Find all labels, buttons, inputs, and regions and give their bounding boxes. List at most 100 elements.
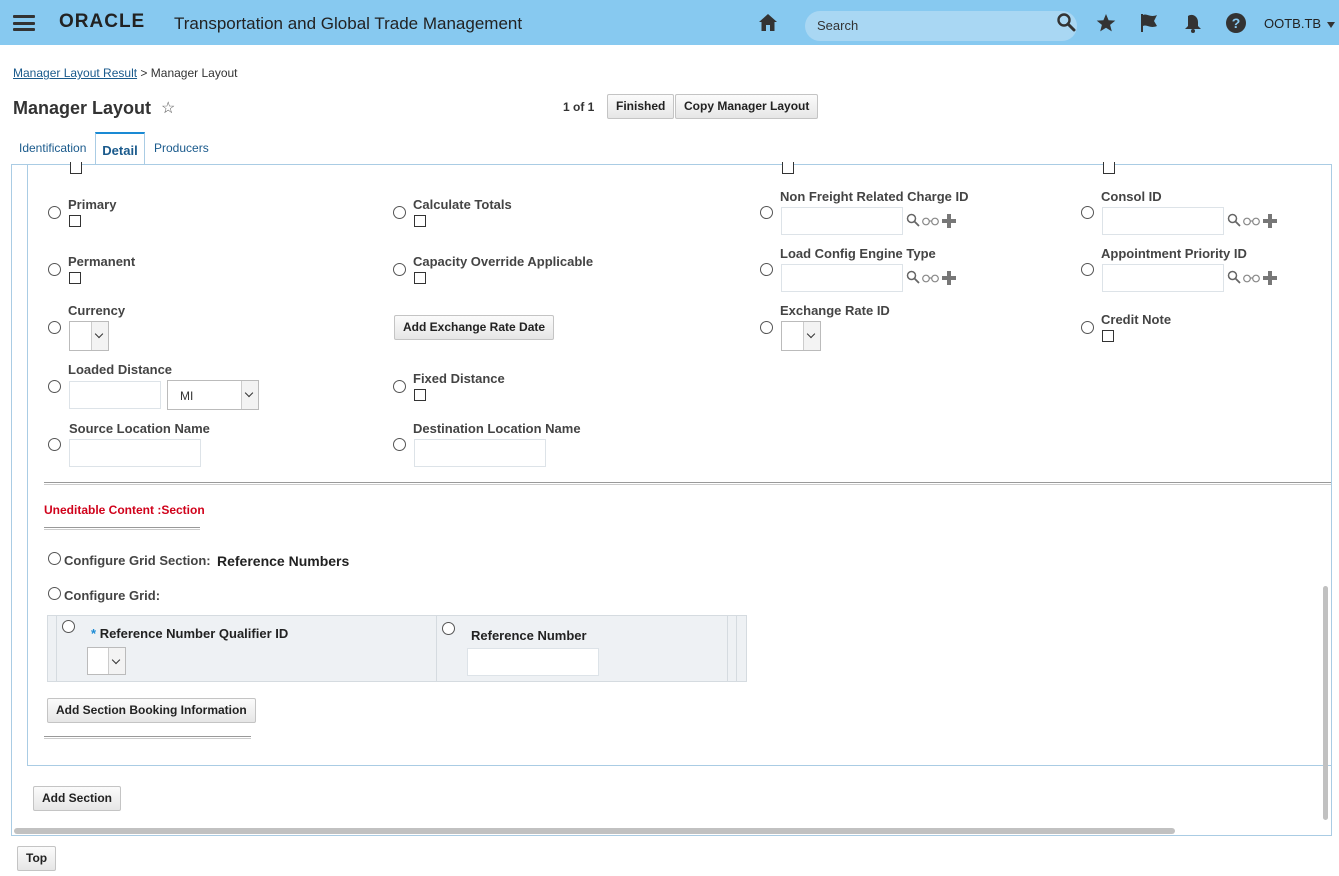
currency-radio[interactable]: [48, 321, 61, 334]
view-details-icon[interactable]: [922, 273, 939, 283]
add-section-booking-information-button[interactable]: Add Section Booking Information: [47, 698, 256, 723]
non-freight-charge-label: Non Freight Related Charge ID: [780, 189, 969, 204]
destination-location-name-label: Destination Location Name: [413, 421, 581, 436]
notifications-bell-icon[interactable]: [1182, 12, 1204, 34]
add-icon[interactable]: [942, 214, 956, 228]
exchange-rate-id-radio[interactable]: [760, 321, 773, 334]
loaded-distance-radio[interactable]: [48, 380, 61, 393]
permanent-checkbox[interactable]: [69, 272, 81, 284]
calculate-totals-label: Calculate Totals: [413, 197, 512, 212]
search-lens-icon[interactable]: [906, 213, 920, 227]
add-icon[interactable]: [1263, 214, 1277, 228]
configure-grid-section-radio[interactable]: [48, 552, 61, 565]
copy-manager-layout-button[interactable]: Copy Manager Layout: [675, 94, 819, 119]
chevron-down-icon: [803, 322, 820, 350]
search-lens-icon[interactable]: [906, 270, 920, 284]
chevron-down-icon: [1327, 21, 1336, 28]
reference-number-input[interactable]: [467, 648, 599, 676]
checkbox-clipped[interactable]: [1103, 162, 1115, 174]
section-divider: [44, 482, 1331, 485]
checkbox-clipped[interactable]: [782, 162, 794, 174]
primary-checkbox[interactable]: [69, 215, 81, 227]
credit-note-radio[interactable]: [1081, 321, 1094, 334]
consol-id-radio[interactable]: [1081, 206, 1094, 219]
source-location-name-radio[interactable]: [48, 438, 61, 451]
breadcrumb-link-manager-layout-result[interactable]: Manager Layout Result: [13, 66, 137, 80]
grid-col-qualifier-header: * Reference Number Qualifier ID: [91, 626, 288, 641]
consol-id-input[interactable]: [1102, 207, 1224, 235]
add-section-button[interactable]: Add Section: [33, 786, 122, 811]
favorite-star-icon[interactable]: ☆: [161, 98, 175, 118]
loaded-distance-unit-select[interactable]: MI: [167, 380, 259, 410]
configure-grid-label: Configure Grid:: [64, 588, 161, 603]
top-bar: ORACLE Transportation and Global Trade M…: [0, 0, 1339, 45]
horizontal-scrollbar[interactable]: [14, 828, 1175, 834]
non-freight-charge-radio[interactable]: [760, 206, 773, 219]
finished-button[interactable]: Finished: [607, 94, 675, 119]
favorites-star-icon[interactable]: [1095, 12, 1117, 34]
app-title: Transportation and Global Trade Manageme…: [174, 14, 523, 33]
configure-grid-radio[interactable]: [48, 587, 61, 600]
add-icon[interactable]: [1263, 271, 1277, 285]
loaded-distance-label: Loaded Distance: [68, 362, 173, 377]
top-button[interactable]: Top: [17, 846, 57, 871]
search-icon[interactable]: [1056, 12, 1076, 32]
search-lens-icon[interactable]: [1227, 213, 1241, 227]
pager-count: 1 of 1: [563, 100, 595, 114]
view-details-icon[interactable]: [1243, 216, 1260, 226]
fixed-distance-checkbox[interactable]: [414, 389, 426, 401]
grid-col-qualifier-radio[interactable]: [62, 620, 75, 633]
calculate-totals-checkbox[interactable]: [414, 215, 426, 227]
tab-producers[interactable]: Producers: [154, 141, 209, 155]
page-title: Manager Layout: [13, 98, 152, 118]
oracle-logo: ORACLE: [59, 11, 146, 32]
primary-radio[interactable]: [48, 206, 61, 219]
currency-select[interactable]: [69, 321, 109, 351]
grid-divider: [436, 616, 437, 681]
tab-detail[interactable]: Detail: [95, 132, 145, 165]
menu-icon[interactable]: [13, 15, 35, 31]
flag-icon[interactable]: [1139, 12, 1161, 34]
destination-location-name-input[interactable]: [414, 439, 546, 467]
source-location-name-input[interactable]: [69, 439, 201, 467]
appointment-priority-input[interactable]: [1102, 264, 1224, 292]
grid-col-qualifier-label: Reference Number Qualifier ID: [99, 626, 289, 641]
add-icon[interactable]: [942, 271, 956, 285]
uneditable-content-label: Uneditable Content :Section: [44, 503, 205, 517]
search-lens-icon[interactable]: [1227, 270, 1241, 284]
tab-identification[interactable]: Identification: [19, 141, 86, 155]
exchange-rate-id-select[interactable]: [781, 321, 821, 351]
loaded-distance-input[interactable]: [69, 381, 161, 409]
reference-number-qualifier-select[interactable]: [87, 647, 126, 675]
view-details-icon[interactable]: [922, 216, 939, 226]
fixed-distance-radio[interactable]: [393, 380, 406, 393]
add-exchange-rate-date-button[interactable]: Add Exchange Rate Date: [394, 315, 555, 340]
load-config-engine-radio[interactable]: [760, 263, 773, 276]
chevron-down-icon: [241, 381, 258, 409]
grid-divider: [56, 616, 57, 681]
home-icon[interactable]: [757, 12, 779, 34]
user-menu[interactable]: OOTB.TB: [1264, 16, 1336, 31]
destination-location-name-radio[interactable]: [393, 438, 406, 451]
capacity-override-checkbox[interactable]: [414, 272, 426, 284]
loaded-distance-unit-value: MI: [180, 389, 194, 403]
view-details-icon[interactable]: [1243, 273, 1260, 283]
credit-note-checkbox[interactable]: [1102, 330, 1114, 342]
configure-grid-section-value: Reference Numbers: [217, 553, 350, 569]
vertical-scrollbar[interactable]: [1323, 586, 1328, 820]
load-config-engine-label: Load Config Engine Type: [780, 246, 936, 261]
grid-col-reference-number-radio[interactable]: [442, 622, 455, 635]
capacity-override-radio[interactable]: [393, 263, 406, 276]
breadcrumb-separator: >: [140, 66, 148, 80]
capacity-override-label: Capacity Override Applicable: [413, 254, 594, 269]
load-config-engine-input[interactable]: [781, 264, 903, 292]
permanent-radio[interactable]: [48, 263, 61, 276]
calculate-totals-radio[interactable]: [393, 206, 406, 219]
checkbox-clipped[interactable]: [70, 162, 82, 174]
consol-id-label: Consol ID: [1101, 189, 1162, 204]
help-icon[interactable]: ?: [1226, 13, 1246, 33]
appointment-priority-radio[interactable]: [1081, 263, 1094, 276]
non-freight-charge-input[interactable]: [781, 207, 903, 235]
section-divider: [44, 527, 200, 530]
search-input[interactable]: Search: [805, 11, 1077, 41]
